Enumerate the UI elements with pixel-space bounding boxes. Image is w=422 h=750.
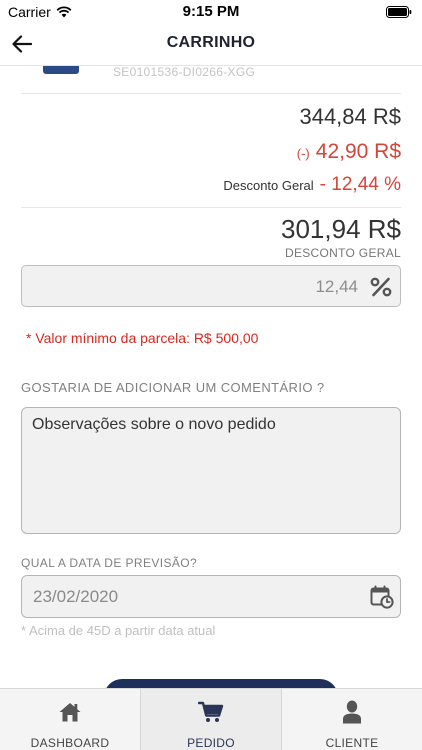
comment-label: GOSTARIA DE ADICIONAR UM COMENTÁRIO ?	[21, 380, 325, 395]
percent-icon	[370, 277, 392, 297]
product-code: SE0101536-DI0266-XGG	[113, 65, 256, 79]
total-caption: DESCONTO GERAL	[284, 246, 401, 260]
general-discount-label: Desconto Geral	[223, 178, 314, 193]
tab-label: PEDIDO	[187, 736, 235, 750]
tab-bar: DASHBOARD PEDIDO CLIENTE	[0, 688, 422, 750]
general-discount-value: - 12,44 %	[319, 174, 401, 195]
forecast-date-label: QUAL A DATA DE PREVISÃO?	[21, 556, 198, 570]
discount-amount: 42,90 R$	[315, 140, 401, 163]
user-icon	[339, 700, 365, 724]
subtotal-amount: 344,84 R$	[299, 104, 401, 129]
comment-textarea[interactable]: Observações sobre o novo pedido	[21, 407, 401, 534]
discount-prefix: (-)	[296, 146, 310, 161]
general-discount-row: Desconto Geral - 12,44 %	[223, 174, 401, 196]
status-time: 9:15 PM	[182, 3, 240, 20]
general-discount-input-value: 12,44	[315, 277, 358, 296]
cart-icon	[198, 700, 224, 724]
home-icon	[57, 700, 83, 724]
nav-bar: CARRINHO	[0, 24, 422, 66]
total-amount: 301,94 R$	[281, 214, 401, 244]
tab-dashboard[interactable]: DASHBOARD	[0, 689, 141, 750]
page-title: CARRINHO	[166, 34, 256, 51]
tab-label: CLIENTE	[325, 736, 379, 750]
forecast-date-value: 23/02/2020	[33, 587, 119, 606]
minimum-installment-warning: * Valor mínimo da parcela: R$ 500,00	[26, 330, 259, 346]
forecast-date-note: * Acima de 45D a partir data atual	[21, 623, 216, 638]
battery-icon	[386, 5, 412, 21]
general-discount-input[interactable]: 12,44	[21, 265, 401, 307]
divider	[21, 93, 401, 94]
divider	[21, 207, 401, 208]
calendar-clock-icon	[370, 585, 394, 609]
status-bar: Carrier 9:15 PM	[0, 0, 422, 24]
discount-row: (-) 42,90 R$	[297, 140, 401, 164]
product-thumbnail	[43, 66, 79, 74]
tab-pedido[interactable]: PEDIDO	[141, 689, 282, 750]
tab-cliente[interactable]: CLIENTE	[282, 689, 422, 750]
forecast-date-input[interactable]: 23/02/2020	[21, 575, 401, 618]
tab-label: DASHBOARD	[30, 736, 110, 750]
